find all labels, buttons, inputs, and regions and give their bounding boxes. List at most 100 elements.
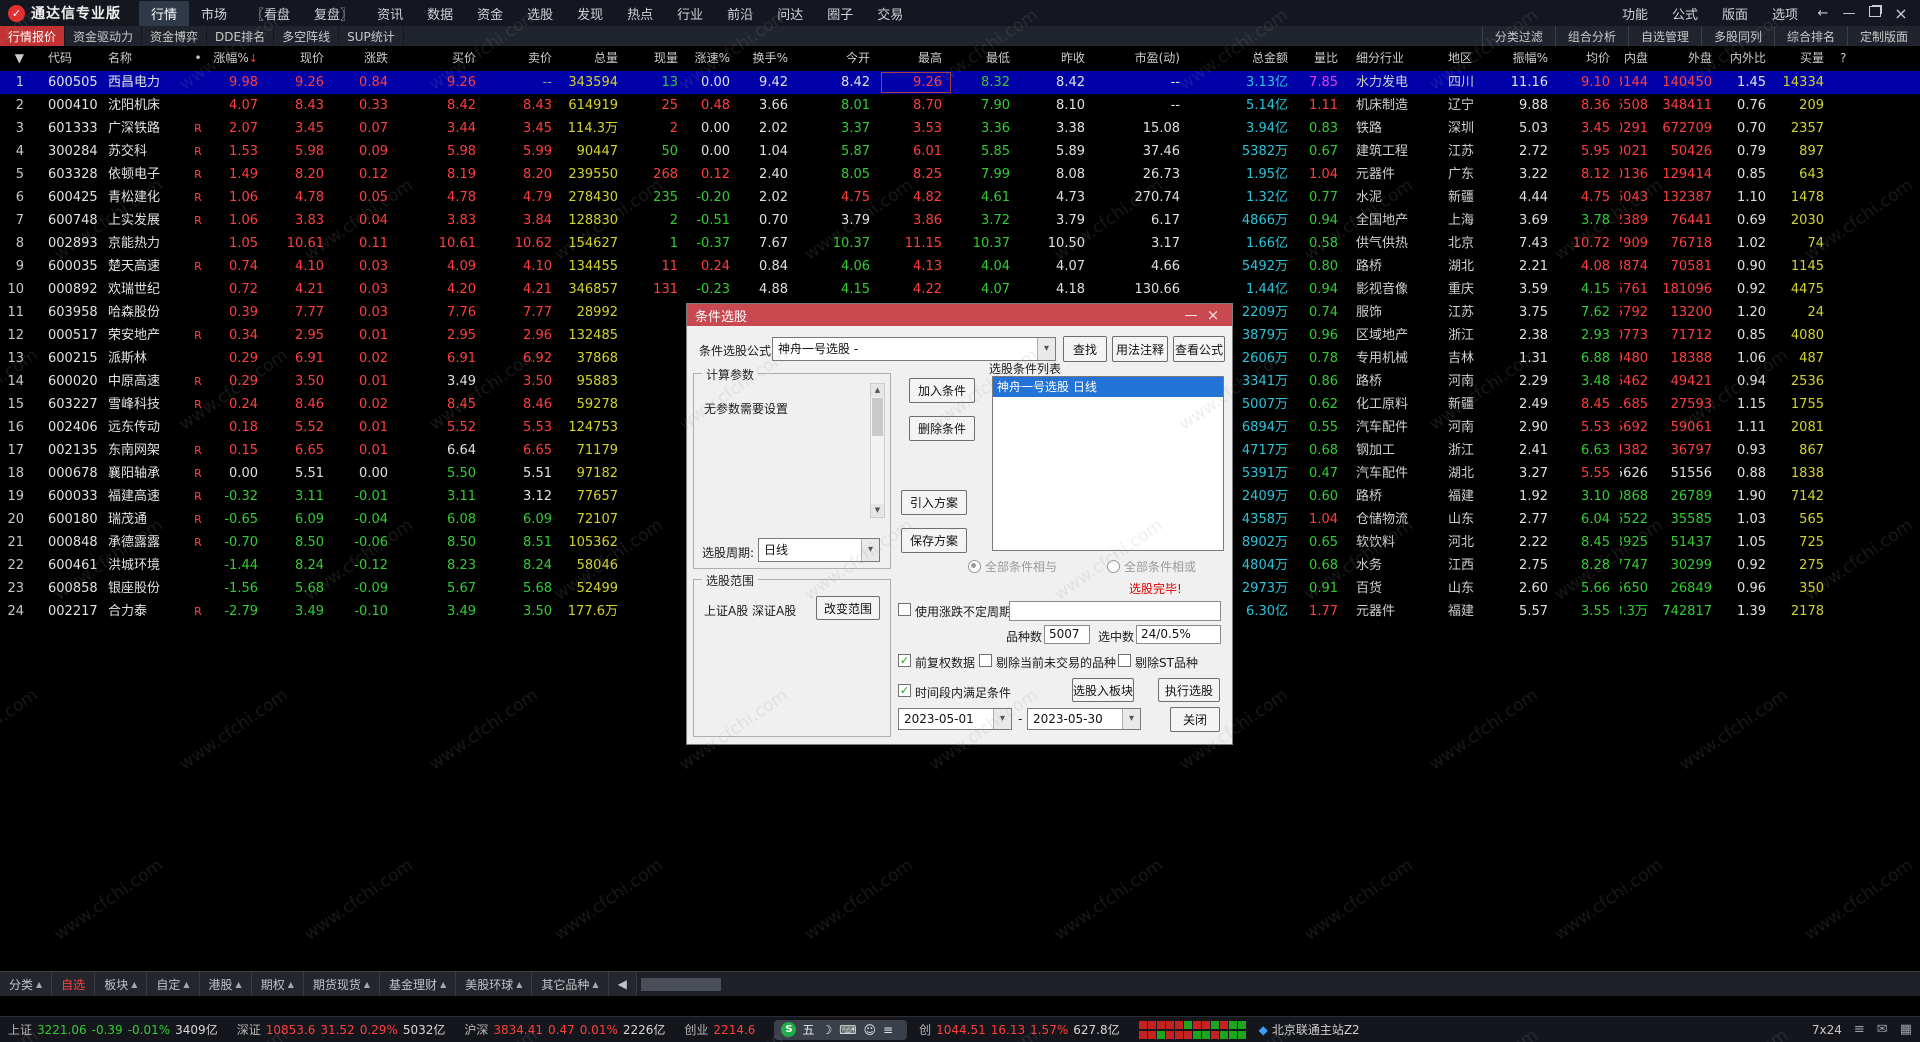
menu-item-数据[interactable]: 数据 bbox=[415, 1, 465, 26]
menu-item-版面[interactable]: 版面 bbox=[1710, 1, 1760, 26]
find-button[interactable]: 查找 bbox=[1063, 336, 1107, 362]
toolbar-action-综合排名[interactable]: 综合排名 bbox=[1774, 26, 1847, 46]
bottom-tab-自定[interactable]: 自定▲ bbox=[147, 972, 199, 996]
table-row-600748[interactable]: 7600748上实发展R1.063.830.043.833.841288302-… bbox=[0, 209, 1920, 232]
table-row-000410[interactable]: 2000410沈阳机床4.078.430.338.428.43614919250… bbox=[0, 94, 1920, 117]
table-row-002893[interactable]: 8002893京能热力1.0510.610.1110.6110.62154627… bbox=[0, 232, 1920, 255]
toolbar-tab-DDE排名[interactable]: DDE排名 bbox=[207, 26, 274, 46]
header-prev[interactable]: 昨收 bbox=[1020, 46, 1095, 71]
header-price[interactable]: 现价 bbox=[268, 46, 334, 71]
market-index-创业[interactable]: 创业2214.6 bbox=[684, 1021, 760, 1038]
bottom-tab-港股[interactable]: 港股▲ bbox=[200, 972, 252, 996]
change-range-button[interactable]: 改变范围 bbox=[816, 596, 880, 620]
statusbar-icon[interactable]: ✉ bbox=[1877, 1022, 1888, 1037]
header-chg[interactable]: 涨跌 bbox=[334, 46, 398, 71]
checkbox-forward-adjust[interactable]: ✓ bbox=[898, 654, 911, 667]
menu-item-公式[interactable]: 公式 bbox=[1660, 1, 1710, 26]
header-buy[interactable]: 买量 bbox=[1776, 46, 1834, 71]
toolbar-tab-资金驱动力[interactable]: 资金驱动力 bbox=[65, 26, 142, 46]
bottom-tab-期权[interactable]: 期权▲ bbox=[252, 972, 304, 996]
tabs-scrollbar[interactable] bbox=[637, 972, 1920, 996]
header-amp[interactable]: 振幅% bbox=[1506, 46, 1558, 71]
restore-icon[interactable] bbox=[1862, 6, 1888, 21]
period-combobox[interactable]: 日线 ▾ bbox=[758, 538, 880, 562]
header-code[interactable]: 代码 bbox=[36, 46, 104, 71]
toolbar-tab-多空阵线[interactable]: 多空阵线 bbox=[274, 26, 339, 46]
checkbox-exclude-untradable[interactable] bbox=[979, 654, 992, 667]
bottom-tab-美股环球[interactable]: 美股环球▲ bbox=[456, 972, 532, 996]
save-to-block-button[interactable]: 选股入板块 bbox=[1072, 678, 1134, 702]
menu-item-行业[interactable]: 行业 bbox=[665, 1, 715, 26]
menu-item-热点[interactable]: 热点 bbox=[615, 1, 665, 26]
header-pct[interactable]: 涨幅%↓ bbox=[210, 46, 268, 71]
menu-item-资金[interactable]: 资金 bbox=[465, 1, 515, 26]
header-lb[interactable]: 量比 bbox=[1298, 46, 1348, 71]
header-region[interactable]: 地区 bbox=[1440, 46, 1506, 71]
condition-list[interactable]: 神舟一号选股 日线 bbox=[992, 376, 1224, 551]
chevron-down-icon[interactable]: ▾ bbox=[1037, 338, 1055, 360]
header-qm[interactable]: ? bbox=[1834, 46, 1920, 71]
header-ratio[interactable]: 内外比 bbox=[1722, 46, 1776, 71]
menu-item-发现[interactable]: 发现 bbox=[565, 1, 615, 26]
usage-note-button[interactable]: 用法注释 bbox=[1112, 336, 1168, 362]
ime-toolbar[interactable]: S五☽⌨☺≡ bbox=[774, 1020, 907, 1040]
market-index-深证[interactable]: 深证10853.631.520.29%5032亿 bbox=[237, 1021, 451, 1038]
menu-item-复盘〗[interactable]: 复盘〗 bbox=[302, 1, 365, 26]
market-index-创[interactable]: 创1044.5116.131.57%627.8亿 bbox=[919, 1021, 1124, 1038]
radio-all-or[interactable]: 全部条件相或 bbox=[1107, 558, 1196, 575]
ime-icon[interactable]: ≡ bbox=[883, 1023, 893, 1037]
toolbar-action-分类过滤[interactable]: 分类过滤 bbox=[1482, 26, 1555, 46]
toolbar-action-组合分析[interactable]: 组合分析 bbox=[1555, 26, 1628, 46]
header-amount[interactable]: 总金额 bbox=[1190, 46, 1298, 71]
tabs-scroll-left-icon[interactable]: ◀ bbox=[609, 972, 637, 996]
import-plan-button[interactable]: 引入方案 bbox=[901, 490, 967, 515]
delete-condition-button[interactable]: 删除条件 bbox=[909, 416, 975, 441]
header-r[interactable]: • bbox=[186, 46, 210, 71]
toolbar-tab-资金博弈[interactable]: 资金博弈 bbox=[142, 26, 207, 46]
menu-item-选股[interactable]: 选股 bbox=[515, 1, 565, 26]
header-wai[interactable]: 外盘 bbox=[1658, 46, 1722, 71]
header-ask[interactable]: 卖价 bbox=[486, 46, 562, 71]
dialog-minimize-icon[interactable]: — bbox=[1180, 308, 1202, 323]
market-index-沪深[interactable]: 沪深3834.410.470.01%2226亿 bbox=[464, 1021, 670, 1038]
menu-item-市场[interactable]: 市场 bbox=[189, 1, 239, 26]
bottom-tab-期货现货[interactable]: 期货现货▲ bbox=[304, 972, 380, 996]
back-icon[interactable]: ← bbox=[1810, 6, 1836, 21]
ime-icon[interactable]: ☺ bbox=[864, 1023, 877, 1037]
checkbox-exclude-st[interactable] bbox=[1118, 654, 1131, 667]
date-to-combobox[interactable]: 2023-05-30 ▾ bbox=[1027, 708, 1141, 730]
toolbar-tab-行情报价[interactable]: 行情报价 bbox=[0, 26, 65, 46]
scrollbar-thumb[interactable] bbox=[872, 398, 883, 436]
header-nei[interactable]: 内盘 bbox=[1620, 46, 1658, 71]
view-formula-button[interactable]: 查看公式 bbox=[1173, 336, 1225, 362]
dialog-close-icon[interactable]: × bbox=[1202, 306, 1224, 324]
minimize-icon[interactable]: — bbox=[1836, 6, 1862, 21]
condition-list-item[interactable]: 神舟一号选股 日线 bbox=[993, 377, 1223, 397]
toolbar-action-多股同列[interactable]: 多股同列 bbox=[1701, 26, 1774, 46]
toolbar-action-定制版面[interactable]: 定制版面 bbox=[1847, 26, 1920, 46]
toolbar-action-自选管理[interactable]: 自选管理 bbox=[1628, 26, 1701, 46]
radio-all-and[interactable]: 全部条件相与 bbox=[968, 558, 1057, 575]
bottom-tab-自选[interactable]: 自选 bbox=[52, 972, 95, 996]
save-plan-button[interactable]: 保存方案 bbox=[901, 528, 967, 553]
bottom-tab-分类[interactable]: 分类▲ bbox=[0, 972, 52, 996]
scroll-up-icon[interactable]: ▲ bbox=[871, 384, 884, 397]
bottom-tab-其它品种[interactable]: 其它品种▲ bbox=[532, 972, 608, 996]
scroll-down-icon[interactable]: ▼ bbox=[871, 504, 884, 517]
tabs-scrollbar-thumb[interactable] bbox=[641, 978, 721, 991]
table-row-603328[interactable]: 5603328依顿电子R1.498.200.128.198.2023955026… bbox=[0, 163, 1920, 186]
ime-logo-icon[interactable]: S bbox=[781, 1022, 796, 1037]
chevron-down-icon[interactable]: ▾ bbox=[861, 539, 879, 561]
header-vol[interactable]: 总量 bbox=[562, 46, 628, 71]
header-turnover[interactable]: 换手% bbox=[740, 46, 798, 71]
market-index-上证[interactable]: 上证3221.06-0.39-0.01%3409亿 bbox=[8, 1021, 223, 1038]
header-now_vol[interactable]: 现量 bbox=[628, 46, 688, 71]
execute-select-button[interactable]: 执行选股 bbox=[1158, 678, 1220, 702]
checkbox-unstable-period[interactable] bbox=[898, 603, 911, 616]
table-row-600505[interactable]: 1600505西昌电力9.989.260.849.26--343594130.0… bbox=[0, 71, 1920, 94]
table-row-600425[interactable]: 6600425青松建化R1.064.780.054.784.7927843023… bbox=[0, 186, 1920, 209]
menu-item-圈子[interactable]: 圈子 bbox=[815, 1, 865, 26]
menu-item-行情[interactable]: 行情 bbox=[139, 1, 189, 26]
chevron-down-icon[interactable]: ▾ bbox=[993, 709, 1011, 729]
unstable-period-input[interactable] bbox=[1009, 601, 1221, 621]
